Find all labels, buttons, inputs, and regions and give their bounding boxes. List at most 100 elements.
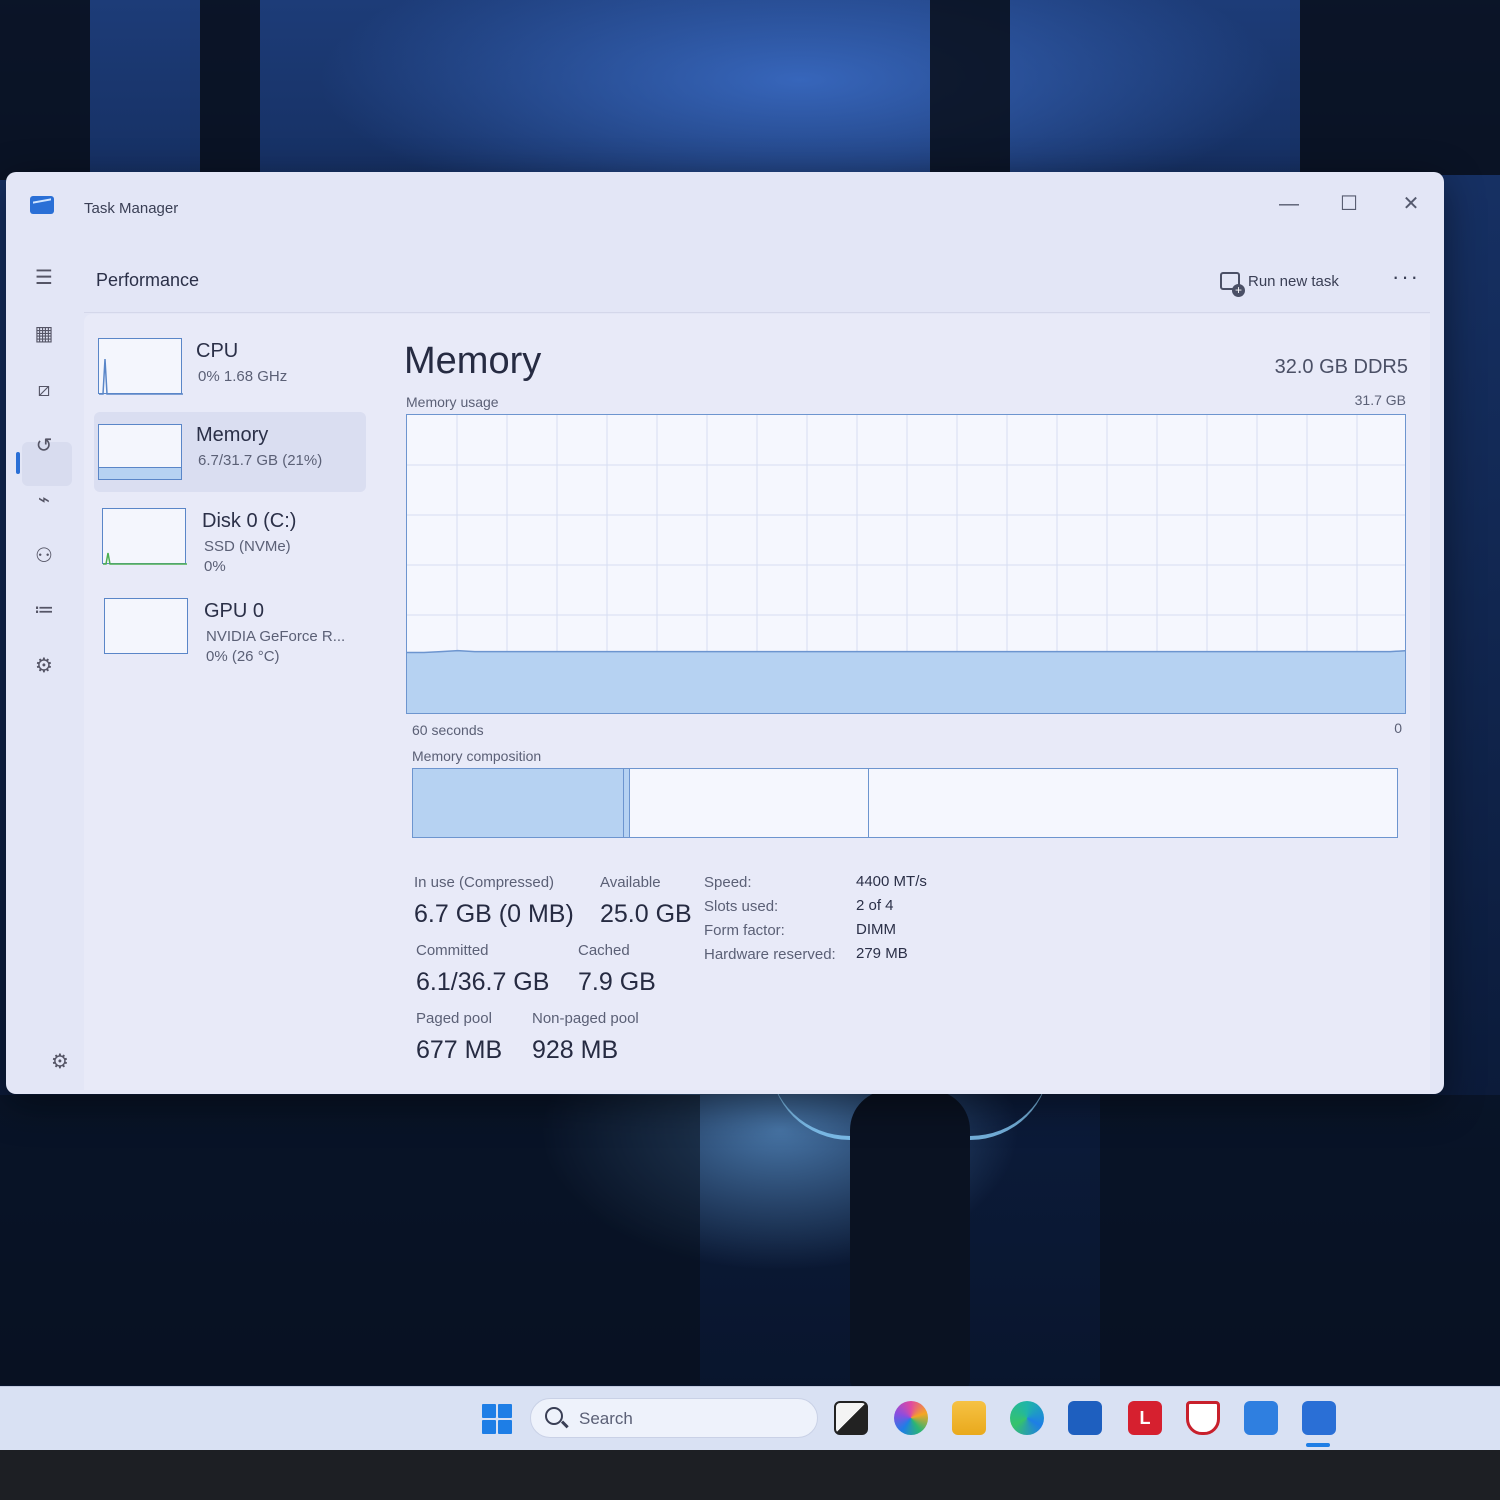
time-axis-left: 60 seconds (412, 722, 484, 738)
copilot-icon[interactable] (894, 1401, 928, 1435)
device-name: Disk 0 (C:) (202, 510, 297, 532)
composition-standby (630, 769, 869, 837)
task-manager-app-icon (30, 196, 54, 214)
wallpaper-figure (850, 1090, 970, 1390)
cached-value: 7.9 GB (578, 968, 656, 996)
speed-label: Speed: (704, 874, 752, 891)
device-name: Memory (196, 424, 269, 446)
processes-icon[interactable]: ▦ (26, 316, 62, 352)
details-icon[interactable]: ≔ (26, 592, 62, 628)
mcafee-icon[interactable] (1186, 1401, 1220, 1435)
device-detail: SSD (NVMe) (204, 538, 291, 555)
start-icon-tile (498, 1420, 512, 1434)
run-new-task-label: Run new task (1248, 272, 1339, 290)
time-axis-right: 0 (1394, 720, 1402, 736)
device-name: GPU 0 (204, 600, 265, 622)
start-icon-tile (482, 1404, 496, 1418)
store-icon[interactable] (1068, 1401, 1102, 1435)
device-detail: NVIDIA GeForce R... (206, 628, 346, 645)
maximize-button[interactable]: ☐ (1324, 184, 1374, 224)
committed-label: Committed (416, 942, 489, 959)
title-bar[interactable]: Task Manager — ☐ ✕ (6, 172, 1444, 246)
wallpaper-tree (930, 0, 1010, 175)
device-usage: 0% (26 °C) (206, 648, 280, 665)
start-icon[interactable] (482, 1404, 512, 1434)
wallpaper-tree (200, 0, 260, 175)
start-icon-tile (498, 1404, 512, 1418)
performance-icon[interactable]: ⧄ (26, 372, 62, 408)
memory-thumbnail (98, 424, 182, 480)
committed-value: 6.1/36.7 GB (416, 968, 550, 996)
users-icon[interactable]: ⚇ (26, 538, 62, 574)
device-item-cpu[interactable]: CPU 0% 1.68 GHz (94, 332, 366, 412)
page-title: Performance (96, 270, 200, 290)
run-new-task-button[interactable]: Run new task (1220, 268, 1339, 297)
settings-icon[interactable]: ⚙ (46, 1048, 74, 1076)
window-title: Task Manager (84, 200, 179, 217)
device-item-gpu[interactable]: GPU 0 NVIDIA GeForce R... 0% (26 °C) (94, 592, 366, 672)
memory-title: Memory (404, 340, 542, 382)
slots-used-label: Slots used: (704, 898, 779, 915)
memory-thumbnail-fill (99, 467, 181, 479)
monitor-bezel (0, 1450, 1500, 1500)
startup-apps-icon[interactable]: ⌁ (26, 482, 62, 518)
wallpaper-tree (0, 0, 90, 180)
paged-pool-label: Paged pool (416, 1010, 492, 1027)
taskbar: Search L (0, 1386, 1500, 1450)
cpu-thumbnail (98, 338, 183, 395)
memory-usage-line (407, 649, 1405, 654)
taskbar-search[interactable]: Search (530, 1398, 818, 1438)
disk-thumbnail-graph (103, 552, 187, 565)
edge-icon[interactable] (1010, 1401, 1044, 1435)
lenovo-icon[interactable]: L (1128, 1401, 1162, 1435)
device-detail: 0% 1.68 GHz (198, 368, 288, 385)
app-history-icon[interactable]: ↺ (26, 428, 62, 464)
memory-spec: 32.0 GB DDR5 (1274, 356, 1408, 378)
disk-thumbnail (102, 508, 187, 565)
memory-usage-chart (406, 414, 1406, 714)
search-placeholder: Search (579, 1409, 633, 1428)
device-item-disk[interactable]: Disk 0 (C:) SSD (NVMe) 0% (94, 502, 366, 582)
wallpaper-forest (0, 1095, 700, 1385)
header-divider (84, 312, 1430, 313)
in-use-label: In use (Compressed) (414, 874, 555, 891)
wallpaper-forest (1100, 1095, 1500, 1385)
device-item-memory[interactable]: Memory 6.7/31.7 GB (21%) (94, 412, 366, 492)
gpu-thumbnail (104, 598, 188, 654)
hardware-reserved-label: Hardware reserved: (704, 946, 836, 963)
memory-usage-svg (407, 415, 1405, 713)
memory-usage-max: 31.7 GB (1354, 392, 1406, 408)
non-paged-pool-value: 928 MB (532, 1036, 619, 1064)
task-manager-icon[interactable] (1302, 1401, 1336, 1435)
device-usage: 0% (204, 558, 226, 575)
memory-usage-label: Memory usage (406, 394, 499, 410)
run-task-icon (1220, 272, 1245, 297)
in-use-value: 6.7 GB (0 MB) (414, 900, 574, 928)
speed-value: 4400 MT/s (856, 873, 927, 890)
start-icon-tile (482, 1420, 496, 1434)
services-icon[interactable]: ⚙ (26, 648, 62, 684)
app-icon[interactable] (1244, 1401, 1278, 1435)
search-icon (545, 1407, 563, 1425)
device-detail: 6.7/31.7 GB (21%) (198, 452, 323, 469)
more-options-button[interactable]: ··· (1392, 264, 1420, 290)
non-paged-pool-label: Non-paged pool (532, 1010, 639, 1027)
task-view-icon[interactable] (834, 1401, 868, 1435)
available-label: Available (600, 874, 661, 891)
cpu-thumbnail-graph (99, 358, 183, 395)
hamburger-icon[interactable]: ☰ (26, 260, 62, 296)
nav-rail: ☰ ▦ ⧄ ↺ ⌁ ⚇ ≔ ⚙ (6, 246, 86, 1094)
minimize-button[interactable]: — (1264, 184, 1314, 224)
paged-pool-value: 677 MB (416, 1036, 503, 1064)
form-factor-value: DIMM (856, 921, 896, 938)
device-name: CPU (196, 340, 239, 362)
task-manager-window: Task Manager — ☐ ✕ ☰ ▦ ⧄ ↺ ⌁ ⚇ ≔ ⚙ ⚙ Per… (6, 172, 1444, 1094)
memory-usage-area (407, 650, 1405, 713)
close-button[interactable]: ✕ (1386, 184, 1436, 224)
slots-used-value: 2 of 4 (856, 897, 894, 914)
wallpaper-tree (1300, 0, 1500, 175)
memory-composition-bar[interactable] (412, 768, 1398, 838)
active-app-indicator (1306, 1443, 1330, 1447)
composition-in-use (413, 769, 624, 837)
file-explorer-icon[interactable] (952, 1401, 986, 1435)
